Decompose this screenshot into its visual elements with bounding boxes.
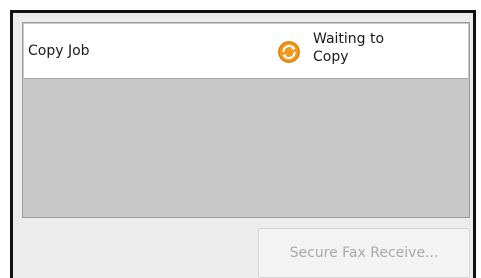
job-status-line-2: Copy	[313, 49, 349, 65]
refresh-icon	[277, 40, 301, 64]
job-panel-frame: Copy Job Waiting to Copy Secure Fax Rece…	[10, 10, 476, 278]
job-status-line-1: Waiting to	[313, 31, 385, 47]
secure-fax-receive-button[interactable]: Secure Fax Receive...	[258, 228, 470, 278]
job-list[interactable]: Copy Job Waiting to Copy	[22, 22, 470, 218]
job-row[interactable]: Copy Job Waiting to Copy	[24, 24, 468, 79]
job-name: Copy Job	[28, 43, 90, 59]
job-status: Waiting to Copy	[313, 30, 423, 66]
job-status-screen: Copy Job Waiting to Copy Secure Fax Rece…	[0, 0, 481, 278]
